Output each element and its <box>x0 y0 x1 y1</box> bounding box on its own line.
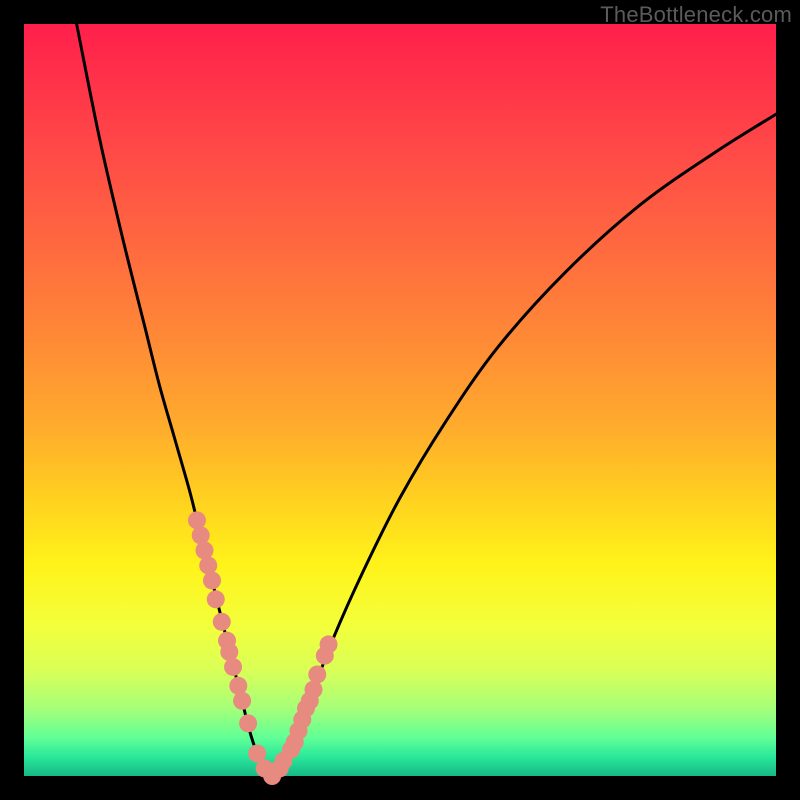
marker-dot <box>233 692 251 710</box>
marker-dot <box>239 714 257 732</box>
marker-dot <box>195 541 213 559</box>
marker-group <box>188 511 338 785</box>
marker-dot <box>224 658 242 676</box>
chart-frame: TheBottleneck.com <box>0 0 800 800</box>
marker-dot <box>213 613 231 631</box>
marker-dot <box>188 511 206 529</box>
watermark-text: TheBottleneck.com <box>600 2 792 28</box>
marker-dot <box>192 526 210 544</box>
marker-dot <box>229 677 247 695</box>
marker-dot <box>305 681 323 699</box>
curve-layer <box>24 24 776 776</box>
marker-dot <box>207 590 225 608</box>
marker-dot <box>320 635 338 653</box>
bottleneck-curve <box>77 24 776 776</box>
marker-dot <box>308 665 326 683</box>
curve-path <box>77 24 776 776</box>
marker-dot <box>199 556 217 574</box>
marker-dot <box>220 643 238 661</box>
plot-area <box>24 24 776 776</box>
marker-dot <box>203 571 221 589</box>
